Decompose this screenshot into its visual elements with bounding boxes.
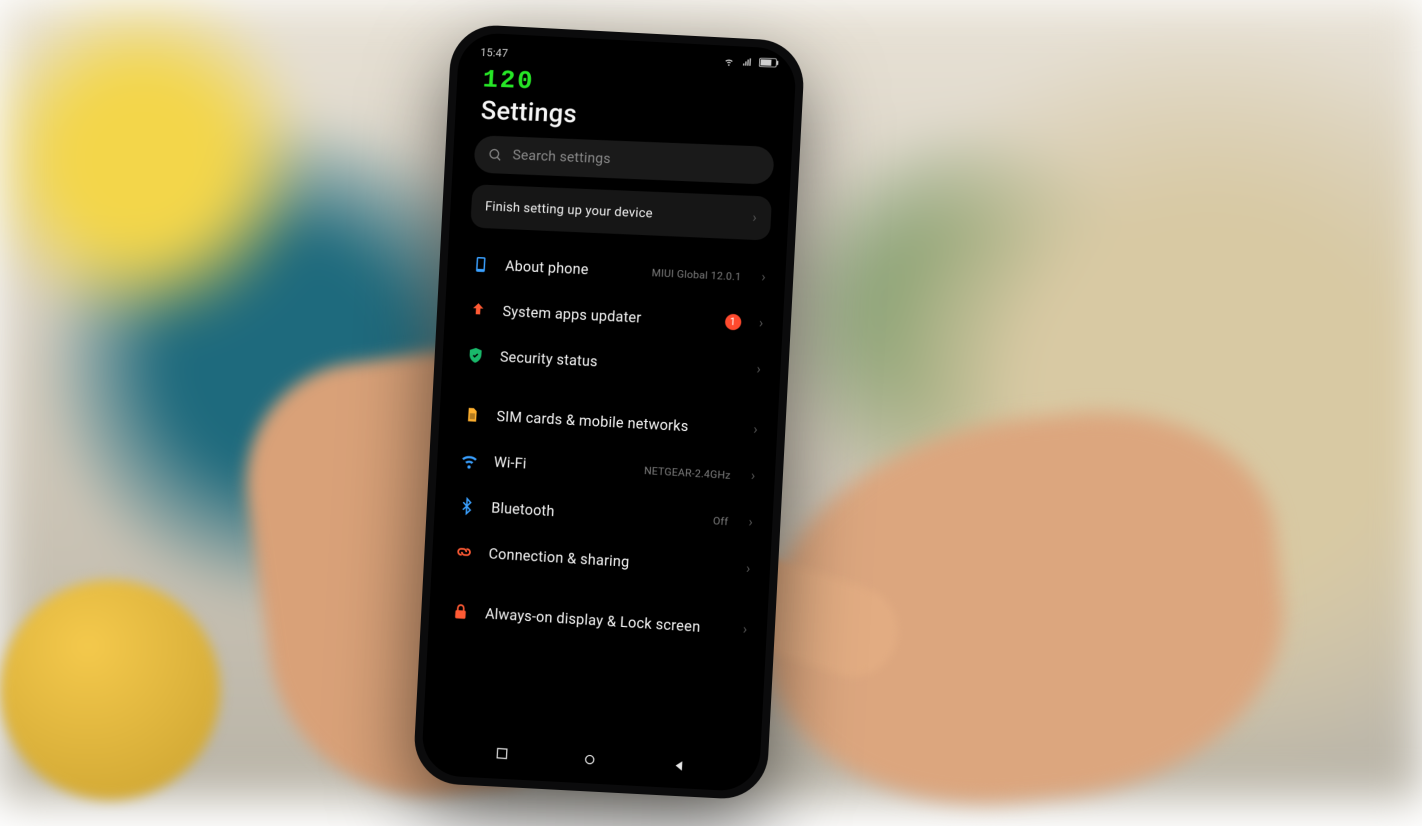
row-label: About phone xyxy=(505,257,638,280)
row-label: Security status xyxy=(500,348,743,377)
finish-setup-card[interactable]: Finish setting up your device › xyxy=(470,184,772,240)
nav-bar xyxy=(421,730,761,790)
settings-list: About phone MIUI Global 12.0.1 › System … xyxy=(429,240,787,654)
search-settings[interactable]: Search settings xyxy=(473,135,774,185)
wifi-signal-icon xyxy=(723,56,736,66)
row-label: SIM cards & mobile networks xyxy=(496,408,740,438)
row-sub: NETGEAR-2.4GHz xyxy=(644,464,731,482)
link-icon xyxy=(453,540,476,563)
search-icon xyxy=(488,147,504,162)
arrow-up-icon xyxy=(467,299,490,322)
update-badge: 1 xyxy=(724,314,741,331)
nav-recents-button[interactable] xyxy=(493,745,510,762)
row-sub: MIUI Global 12.0.1 xyxy=(651,266,741,283)
sim-icon xyxy=(461,403,484,426)
lock-icon xyxy=(449,600,472,623)
nav-home-button[interactable] xyxy=(581,751,598,768)
bluetooth-icon xyxy=(455,495,478,518)
battery-icon xyxy=(759,57,780,69)
background-mug xyxy=(0,580,220,800)
chevron-right-icon: › xyxy=(753,422,758,438)
chevron-right-icon: › xyxy=(756,361,761,377)
row-label: Bluetooth xyxy=(491,499,700,528)
chevron-right-icon: › xyxy=(746,561,751,577)
nav-back-button[interactable] xyxy=(670,757,687,774)
phone-frame: 15:47 120 Settings Search settings Finis… xyxy=(412,23,805,800)
cell-signal-icon xyxy=(741,57,754,67)
chevron-right-icon: › xyxy=(750,468,755,484)
chevron-right-icon: › xyxy=(742,621,747,637)
chevron-right-icon: › xyxy=(748,514,753,530)
row-sub: Off xyxy=(713,514,729,528)
phone-icon xyxy=(469,253,492,276)
phone: 15:47 120 Settings Search settings Finis… xyxy=(412,23,805,800)
wifi-icon xyxy=(458,449,481,472)
search-placeholder: Search settings xyxy=(512,147,611,167)
shield-icon xyxy=(464,344,487,367)
status-time: 15:47 xyxy=(480,46,508,60)
finish-setup-label: Finish setting up your device xyxy=(485,199,653,221)
phone-screen: 15:47 120 Settings Search settings Finis… xyxy=(421,32,797,793)
row-label: Wi-Fi xyxy=(494,453,631,477)
chevron-right-icon: › xyxy=(759,315,764,331)
row-label: Always-on display & Lock screen xyxy=(485,605,729,637)
status-right-cluster xyxy=(723,56,780,69)
chevron-right-icon: › xyxy=(752,210,757,226)
chevron-right-icon: › xyxy=(761,269,766,285)
row-label: Connection & sharing xyxy=(488,545,732,577)
row-label: System apps updater xyxy=(502,303,711,330)
